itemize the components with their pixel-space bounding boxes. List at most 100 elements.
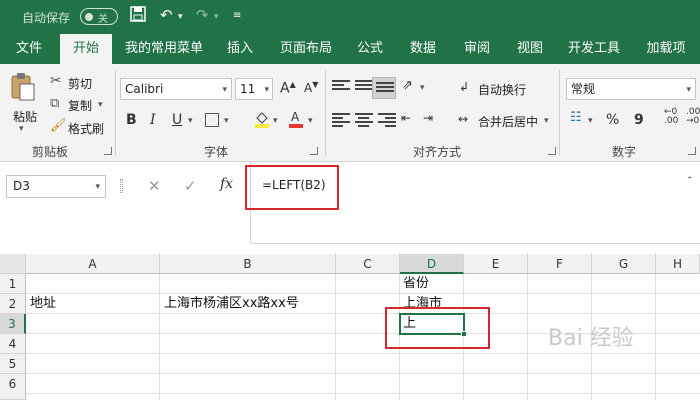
fill-color-dropdown-icon[interactable]: ▾ xyxy=(273,116,278,126)
increase-decimal-icon[interactable]: ←0.00 xyxy=(664,108,678,126)
row-header-4[interactable]: 4 xyxy=(0,334,26,354)
merge-center-icon[interactable]: ↔ xyxy=(458,112,468,126)
accounting-dropdown-icon[interactable]: ▾ xyxy=(588,116,593,126)
svg-text:A: A xyxy=(291,110,300,124)
align-left-icon[interactable] xyxy=(332,113,350,127)
row-header-2[interactable]: 2 xyxy=(0,294,26,314)
orientation-icon[interactable]: ⇗ xyxy=(402,78,413,93)
font-size-dropdown-icon[interactable]: ▾ xyxy=(264,80,269,100)
fill-color-icon[interactable] xyxy=(254,110,270,131)
copy-dropdown-icon[interactable]: ▾ xyxy=(98,100,103,110)
format-painter-button[interactable]: 格式刷 xyxy=(68,120,104,137)
format-painter-icon[interactable]: 🖌 xyxy=(50,118,67,133)
cut-button[interactable]: 剪切 xyxy=(68,75,92,92)
orientation-dropdown-icon[interactable]: ▾ xyxy=(420,83,425,93)
wrap-text-icon[interactable]: ↲ xyxy=(459,80,469,94)
font-name-dropdown-icon[interactable]: ▾ xyxy=(222,80,227,100)
align-middle-icon[interactable] xyxy=(355,80,373,94)
column-header-c[interactable]: C xyxy=(336,254,400,274)
column-header-f[interactable]: F xyxy=(528,254,592,274)
wrap-text-button[interactable]: 自动换行 xyxy=(478,81,526,98)
column-header-g[interactable]: G xyxy=(592,254,656,274)
tab-page-layout[interactable]: 页面布局 xyxy=(270,34,342,64)
cancel-entry-icon[interactable]: ✕ xyxy=(148,177,161,195)
font-size-combo[interactable]: 11 ▾ xyxy=(235,78,273,100)
font-launcher-icon[interactable] xyxy=(310,147,318,155)
merge-center-button[interactable]: 合并后居中 xyxy=(478,113,538,130)
paste-icon[interactable] xyxy=(10,72,36,105)
number-format-dropdown-icon[interactable]: ▾ xyxy=(686,80,691,100)
font-color-icon[interactable]: A xyxy=(288,109,304,131)
alignment-launcher-icon[interactable] xyxy=(548,147,556,155)
tab-insert[interactable]: 插入 xyxy=(218,34,262,64)
row-header-1[interactable]: 1 xyxy=(0,274,26,294)
align-right-icon[interactable] xyxy=(378,113,396,127)
shrink-font-icon[interactable]: A▼ xyxy=(304,80,318,95)
row-header-5[interactable]: 5 xyxy=(0,354,26,374)
redo-icon[interactable]: ↷ xyxy=(196,6,209,24)
undo-dropdown-icon[interactable]: ▾ xyxy=(178,12,183,22)
confirm-entry-icon[interactable]: ✓ xyxy=(184,177,197,195)
italic-button[interactable]: I xyxy=(150,112,156,128)
font-name-combo[interactable]: Calibri ▾ xyxy=(120,78,232,100)
number-format-value: 常规 xyxy=(571,82,596,96)
decrease-indent-icon[interactable]: ⇤ xyxy=(401,111,411,125)
row-header-3[interactable]: 3 xyxy=(0,314,26,334)
redo-dropdown-icon[interactable]: ▾ xyxy=(214,12,219,22)
tab-formulas[interactable]: 公式 xyxy=(350,34,390,64)
copy-button[interactable]: 复制 xyxy=(68,97,92,114)
borders-icon[interactable] xyxy=(205,113,219,127)
bold-button[interactable]: B xyxy=(126,112,137,128)
underline-dropdown-icon[interactable]: ▾ xyxy=(188,116,193,126)
customize-qat-icon[interactable]: ≡ xyxy=(233,10,241,21)
name-box-dropdown-icon[interactable]: ▾ xyxy=(95,177,100,198)
tab-file[interactable]: 文件 xyxy=(4,34,54,64)
paste-button[interactable]: 粘贴 xyxy=(13,108,37,125)
paste-dropdown-icon[interactable]: ▾ xyxy=(19,124,24,134)
increase-indent-icon[interactable]: ⇥ xyxy=(423,111,433,125)
font-color-dropdown-icon[interactable]: ▾ xyxy=(308,116,313,126)
group-divider xyxy=(115,70,116,156)
select-all-corner[interactable] xyxy=(0,254,26,274)
comma-style-button[interactable]: 9 xyxy=(634,112,644,128)
percent-style-button[interactable]: % xyxy=(606,112,619,128)
tab-data[interactable]: 数据 xyxy=(400,34,446,64)
cell-b2[interactable]: 上海市杨浦区xx路xx号 xyxy=(164,294,299,314)
toggle-knob xyxy=(85,13,93,21)
underline-button[interactable]: U xyxy=(172,112,182,128)
tab-review[interactable]: 审阅 xyxy=(454,34,500,64)
align-bottom-button[interactable] xyxy=(372,77,396,99)
name-box[interactable]: D3 ▾ xyxy=(6,175,106,198)
save-icon[interactable] xyxy=(130,6,146,26)
tab-favorites[interactable]: 我的常用菜单 xyxy=(118,34,210,64)
tab-home[interactable]: 开始 xyxy=(60,34,112,64)
row-header-6[interactable]: 6 xyxy=(0,374,26,400)
cut-icon[interactable]: ✂ xyxy=(50,73,62,89)
number-format-combo[interactable]: 常规 ▾ xyxy=(566,78,696,100)
cell-d1[interactable]: 省份 xyxy=(403,274,429,294)
clipboard-launcher-icon[interactable] xyxy=(104,147,112,155)
grow-font-icon[interactable]: A▲ xyxy=(280,80,296,97)
formula-bar-grip[interactable] xyxy=(120,179,123,193)
column-header-h[interactable]: H xyxy=(656,254,700,274)
column-header-e[interactable]: E xyxy=(464,254,528,274)
tab-addins[interactable]: 加载项 xyxy=(636,34,696,64)
undo-icon[interactable]: ↶ xyxy=(160,6,173,24)
accounting-format-icon[interactable]: ☷ xyxy=(570,110,582,125)
column-header-a[interactable]: A xyxy=(26,254,160,274)
insert-function-icon[interactable]: fx xyxy=(220,176,233,192)
borders-dropdown-icon[interactable]: ▾ xyxy=(224,116,229,126)
cell-a2[interactable]: 地址 xyxy=(30,294,56,314)
autosave-toggle[interactable]: 关 xyxy=(80,8,118,25)
align-top-icon[interactable] xyxy=(332,80,350,94)
copy-icon[interactable]: ⧉ xyxy=(50,96,59,111)
tab-view[interactable]: 视图 xyxy=(508,34,552,64)
column-header-d[interactable]: D xyxy=(400,254,464,274)
formula-bar-expand-icon[interactable]: ⌃ xyxy=(686,176,694,186)
number-launcher-icon[interactable] xyxy=(688,147,696,155)
tab-developer[interactable]: 开发工具 xyxy=(562,34,626,64)
decrease-decimal-icon[interactable]: .00 →0 xyxy=(686,108,700,126)
align-center-icon[interactable] xyxy=(355,113,373,127)
column-header-b[interactable]: B xyxy=(160,254,336,274)
merge-dropdown-icon[interactable]: ▾ xyxy=(544,116,549,126)
